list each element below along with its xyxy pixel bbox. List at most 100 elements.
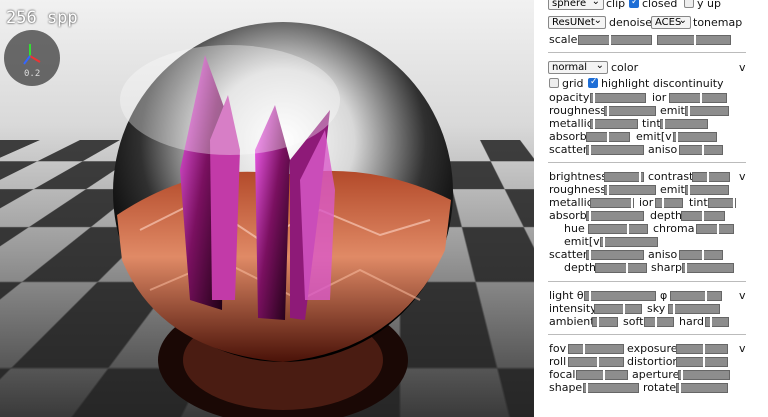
phi-slider[interactable]	[670, 291, 722, 301]
phi-label: φ	[660, 289, 668, 302]
closed-label: closed	[642, 0, 678, 10]
roughness2-slider[interactable]	[604, 185, 656, 195]
depth-slider[interactable]	[681, 211, 725, 221]
tonemap-select[interactable]: ACES	[651, 15, 691, 29]
depth-label: depth	[650, 209, 683, 222]
absorb2-slider[interactable]	[586, 211, 644, 221]
shape-slider[interactable]	[583, 383, 639, 393]
emitv2-slider[interactable]	[600, 237, 658, 247]
sharp-label: sharp	[651, 261, 682, 274]
roll-label: roll	[549, 355, 567, 368]
collapse-chevron-icon[interactable]: v	[739, 289, 746, 302]
divider	[548, 334, 746, 335]
light-theta-label: light θ	[549, 289, 584, 302]
denoiser-select[interactable]: ResUNet	[548, 15, 606, 29]
grid-label: grid	[562, 77, 584, 90]
gizmo-value: 0.2	[24, 69, 41, 79]
scatter2-slider[interactable]	[586, 250, 644, 260]
contrast-slider[interactable]	[692, 172, 730, 182]
roll-slider[interactable]	[568, 357, 624, 367]
chroma-label: chroma	[653, 222, 695, 235]
shape-row: sphere clip closed y up	[534, 0, 768, 10]
emitv-slider[interactable]	[673, 132, 717, 142]
tint2-slider[interactable]	[708, 198, 736, 208]
shape-label: shape	[549, 381, 583, 394]
ior2-label: ior	[639, 196, 654, 209]
emit2-slider[interactable]	[685, 185, 729, 195]
clip-label: clip	[606, 0, 626, 10]
tint-label: tint	[642, 117, 661, 130]
tint2-label: tint	[689, 196, 708, 209]
metallic2-slider[interactable]	[590, 198, 634, 208]
distortion-slider[interactable]	[676, 357, 728, 367]
scale-row: scale	[534, 33, 768, 46]
contrast-label: contrast	[648, 170, 694, 183]
scale-label: scale	[549, 33, 578, 46]
sharp-slider[interactable]	[682, 263, 734, 273]
scatter-slider[interactable]	[586, 145, 644, 155]
scale-slider-b[interactable]	[657, 35, 731, 45]
scatter2-label: scatter	[549, 248, 588, 261]
metallic-label: metallic	[549, 117, 593, 130]
material-flags: grid highlight discontinuity	[534, 76, 768, 90]
exposure-slider[interactable]	[676, 344, 728, 354]
soft-slider[interactable]	[644, 317, 674, 327]
metallic-slider[interactable]	[590, 119, 638, 129]
aniso-label: aniso	[648, 143, 678, 156]
hue-slider[interactable]	[588, 224, 648, 234]
aniso2-label: aniso	[648, 248, 678, 261]
aniso2-slider[interactable]	[679, 250, 723, 260]
collapse-chevron-icon[interactable]: v	[739, 342, 746, 355]
material-mode-select[interactable]: normal	[548, 60, 608, 74]
depth2-label: depth	[564, 261, 597, 274]
yup-label: y up	[697, 0, 721, 10]
absorb-label: absorb	[549, 130, 587, 143]
collapse-chevron-icon[interactable]: v	[739, 170, 746, 183]
opacity-slider[interactable]	[590, 93, 646, 103]
spp-counter: 256 spp	[6, 8, 78, 28]
chroma-slider[interactable]	[696, 224, 734, 234]
scatter-label: scatter	[549, 143, 588, 156]
divider	[548, 281, 746, 282]
hard-slider[interactable]	[705, 317, 729, 327]
ambient-slider[interactable]	[592, 317, 618, 327]
grid-checkbox[interactable]	[549, 78, 559, 88]
emitv2-label: emit[v]	[564, 235, 604, 248]
render-scene	[113, 22, 453, 417]
light-theta-slider[interactable]	[584, 291, 656, 301]
aperture-label: aperture	[632, 368, 680, 381]
absorb-slider[interactable]	[586, 132, 630, 142]
intensity-slider[interactable]	[594, 304, 642, 314]
emitv-label: emit[v]	[636, 130, 676, 143]
intensity-label: intensity	[549, 302, 597, 315]
collapse-chevron-icon[interactable]: v	[739, 61, 746, 74]
focal-slider[interactable]	[576, 370, 628, 380]
ior-label: ior	[652, 91, 667, 104]
brightness-label: brightness	[549, 170, 608, 183]
ior-slider[interactable]	[669, 93, 727, 103]
closed-checkbox[interactable]	[629, 0, 639, 9]
exposure-label: exposure	[627, 342, 678, 355]
fov-slider[interactable]	[568, 344, 624, 354]
material-header: normal color v	[534, 60, 768, 74]
depth2-slider[interactable]	[595, 263, 647, 273]
sky-slider[interactable]	[668, 304, 720, 314]
sky-label: sky	[647, 302, 666, 315]
emit-slider[interactable]	[685, 106, 729, 116]
rotate-slider[interactable]	[676, 383, 728, 393]
aperture-slider[interactable]	[678, 370, 730, 380]
roughness-slider[interactable]	[604, 106, 656, 116]
emit-label: emit	[660, 104, 685, 117]
highlight-checkbox[interactable]	[588, 76, 598, 89]
scale-slider-a[interactable]	[578, 35, 652, 45]
settings-panel: sphere clip closed y up ResUNet denoise …	[534, 0, 768, 417]
tint-slider[interactable]	[660, 119, 708, 129]
brightness-slider[interactable]	[604, 172, 644, 182]
yup-checkbox[interactable]	[684, 0, 694, 8]
shape-select[interactable]: sphere	[548, 0, 604, 10]
distortion-label: distortion	[627, 355, 680, 368]
ior2-slider[interactable]	[655, 198, 683, 208]
soft-label: soft	[623, 315, 644, 328]
aniso-slider[interactable]	[679, 145, 723, 155]
highlight-label: highlight discontinuity	[601, 77, 724, 90]
